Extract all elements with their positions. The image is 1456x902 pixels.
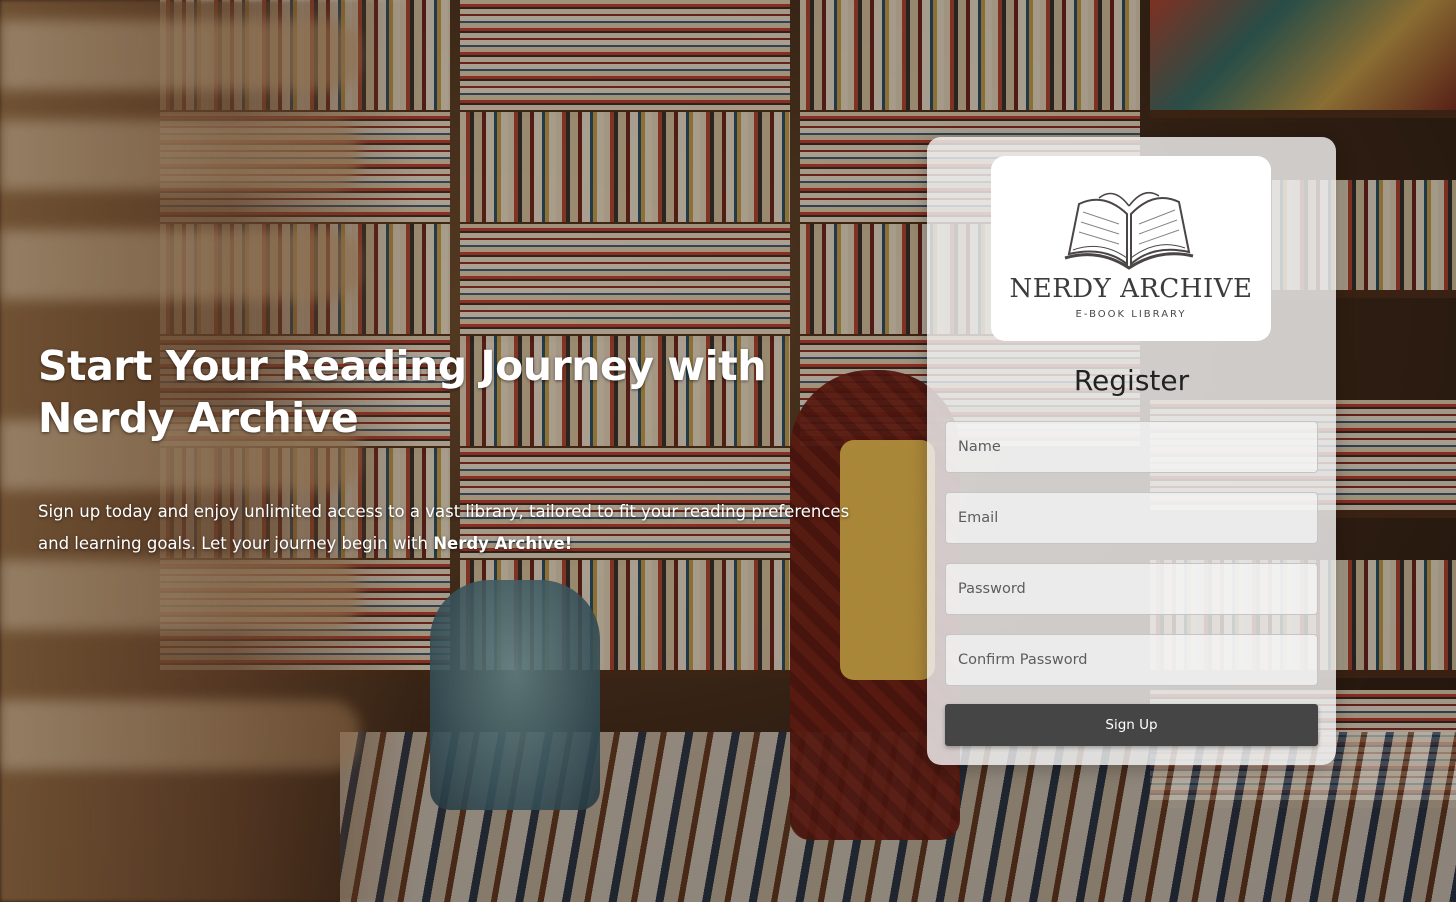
hero-brand-name: Nerdy Archive! <box>433 534 573 553</box>
open-book-icon <box>1064 191 1194 270</box>
hero-title: Start Your Reading Journey with Nerdy Ar… <box>38 342 766 442</box>
logo-tagline: E-BOOK LIBRARY <box>1075 309 1187 320</box>
register-page: Start Your Reading Journey with Nerdy Ar… <box>0 0 1456 902</box>
logo-name: NERDY ARCHIVE <box>1009 274 1253 304</box>
email-input[interactable] <box>945 492 1318 544</box>
name-input[interactable] <box>945 421 1318 473</box>
brand-logo: NERDY ARCHIVE E-BOOK LIBRARY <box>991 156 1271 341</box>
register-title: Register <box>1073 364 1190 397</box>
password-input[interactable] <box>945 563 1318 615</box>
confirm-password-input[interactable] <box>945 634 1318 686</box>
sign-up-button[interactable]: Sign Up <box>945 704 1318 746</box>
hero-description: Sign up today and enjoy unlimited access… <box>38 496 868 560</box>
hero-section: Start Your Reading Journey with Nerdy Ar… <box>38 340 868 560</box>
register-card: NERDY ARCHIVE E-BOOK LIBRARY Register Si… <box>927 137 1336 765</box>
